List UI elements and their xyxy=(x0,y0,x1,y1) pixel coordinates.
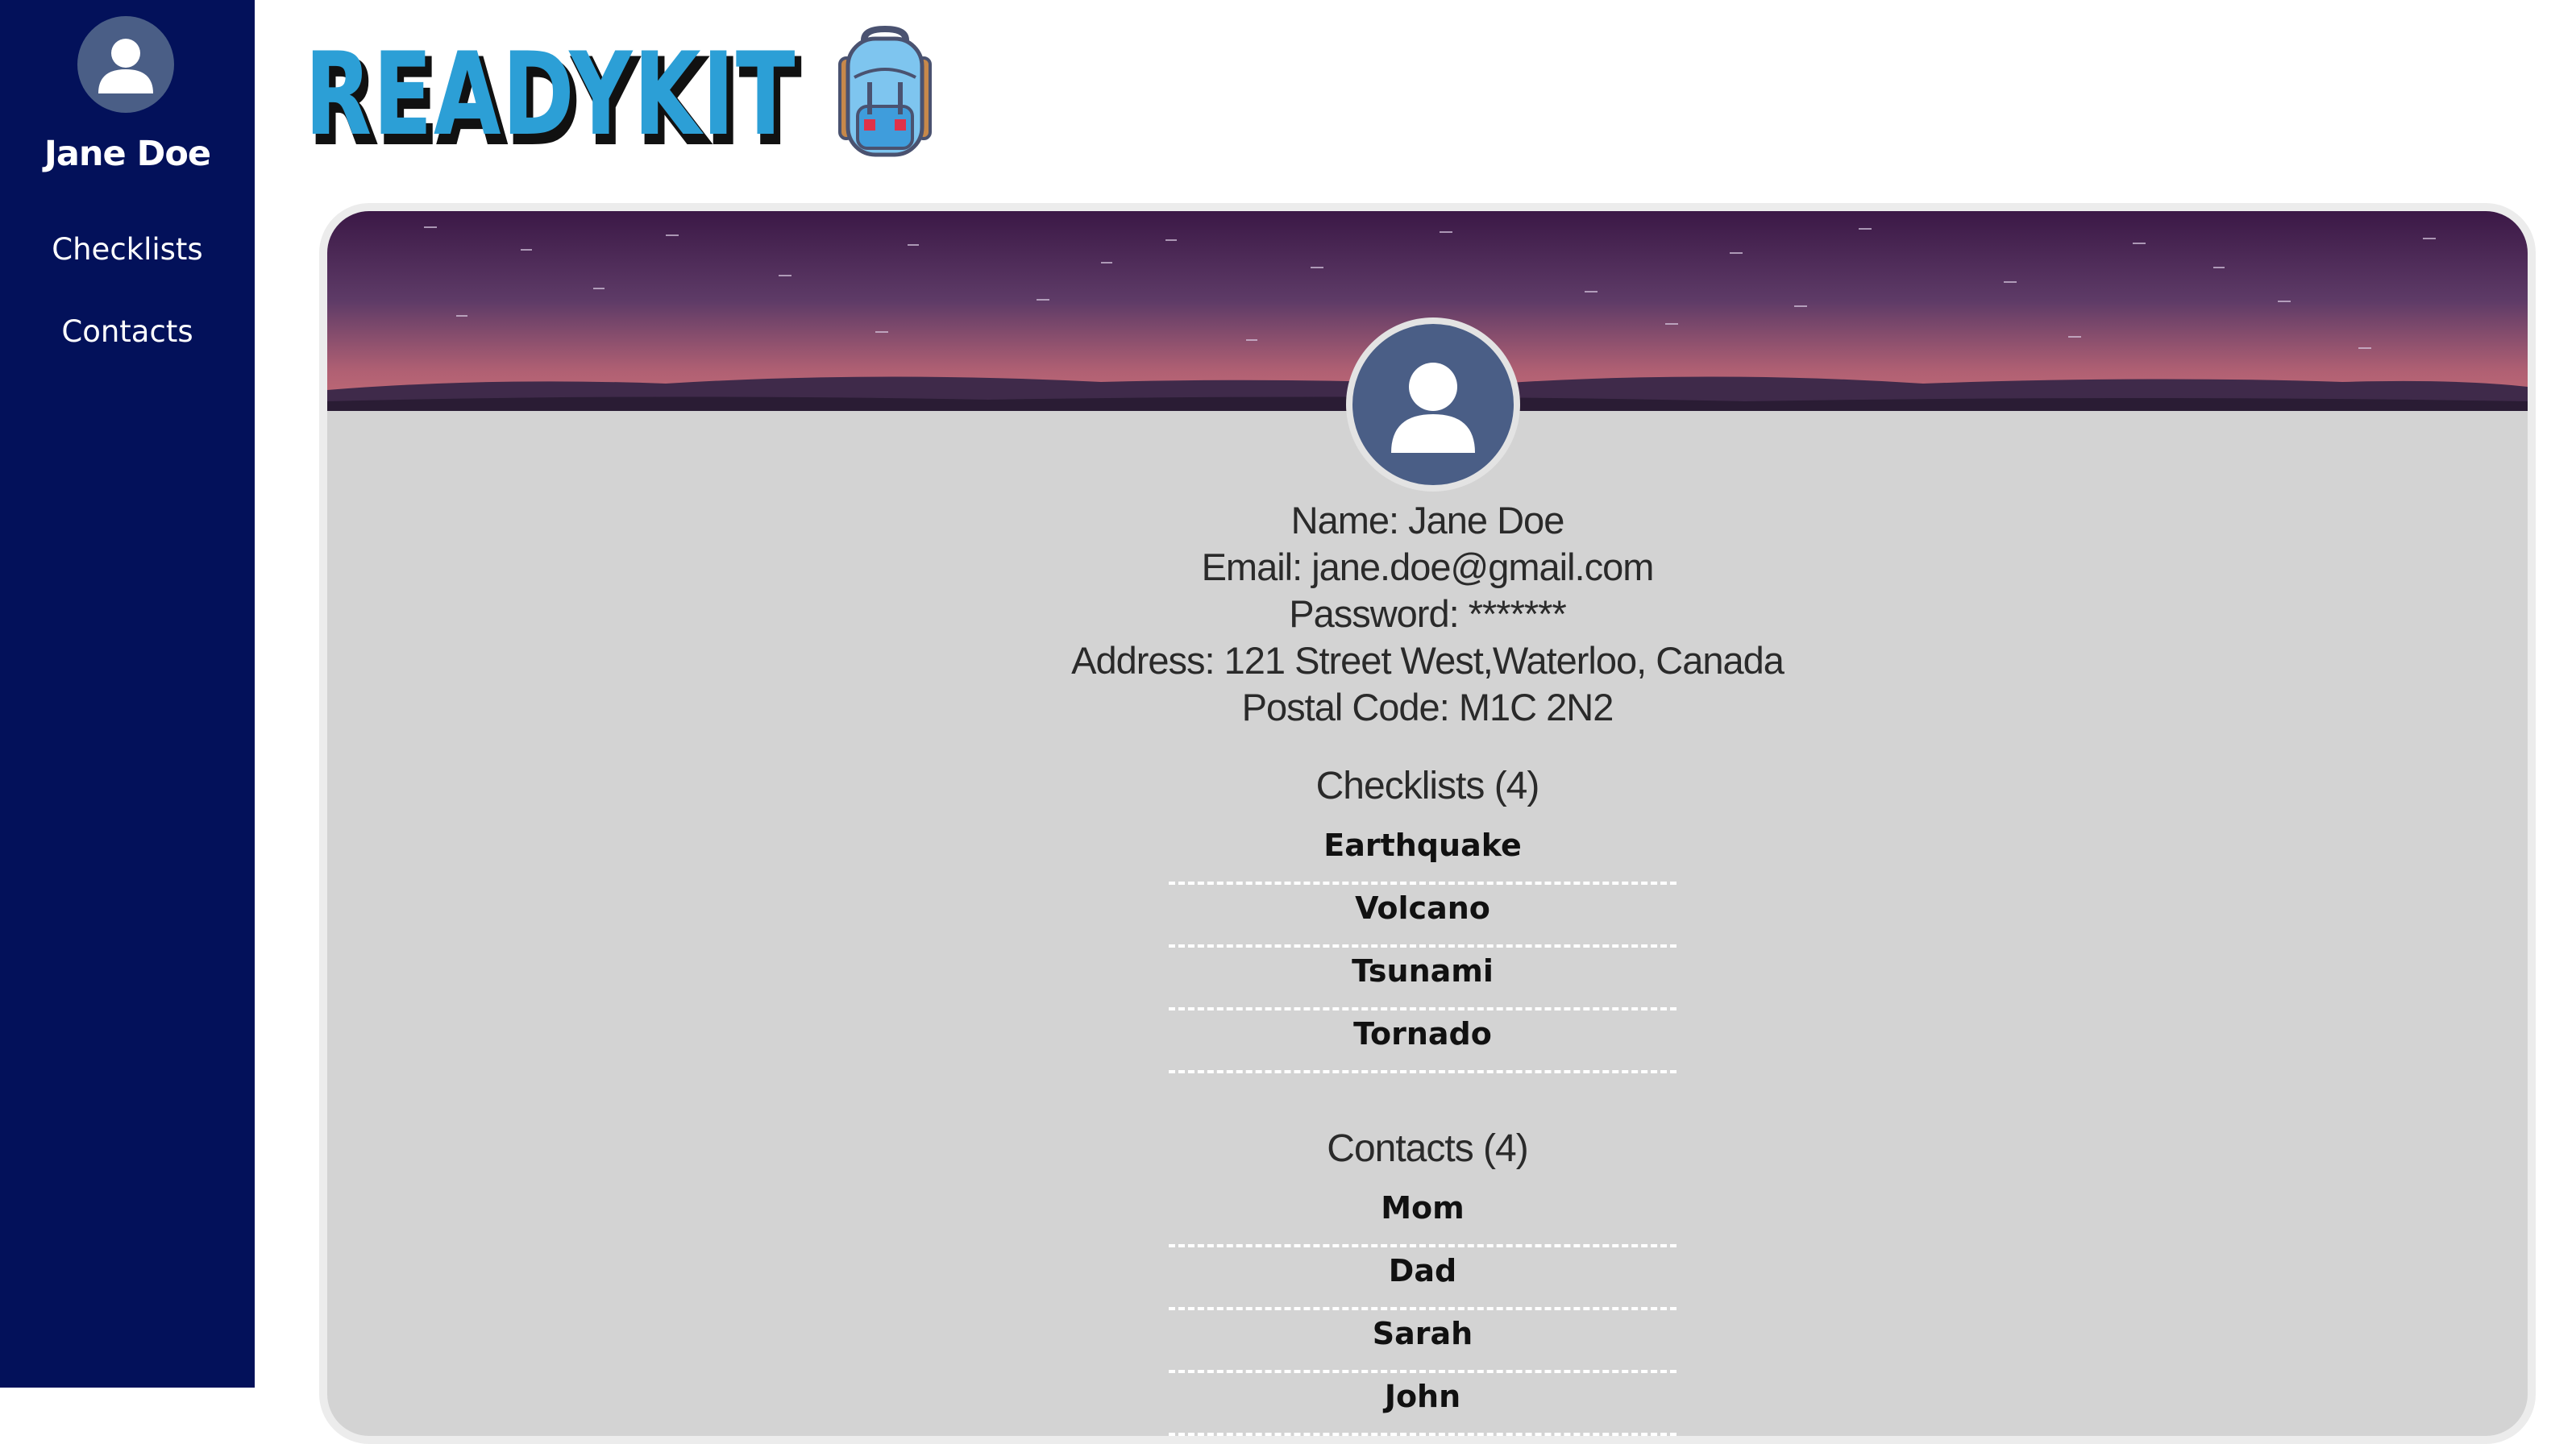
logo-wordmark-fill: READYKIT xyxy=(305,28,796,161)
profile-avatar-icon[interactable] xyxy=(1346,317,1520,492)
contacts-title: Contacts (4) xyxy=(1327,1127,1528,1170)
profile-password: Password: ******* xyxy=(1289,592,1567,635)
checklist-item[interactable]: Earthquake xyxy=(1169,822,1676,885)
checklist-item[interactable]: Tsunami xyxy=(1169,948,1676,1010)
contact-item[interactable]: Mom xyxy=(1169,1185,1676,1247)
sidebar-item-checklists[interactable]: Checklists xyxy=(0,232,255,267)
profile-address: Address: 121 Street West,Waterloo, Canad… xyxy=(1071,639,1785,682)
contact-item[interactable]: Dad xyxy=(1169,1247,1676,1310)
profile-name: Name: Jane Doe xyxy=(1290,499,1565,542)
contact-item[interactable]: John xyxy=(1169,1373,1676,1436)
profile-email: Email: jane.doe@gmail.com xyxy=(1201,546,1655,588)
profile-postal-code: Postal Code: M1C 2N2 xyxy=(1241,686,1614,728)
sidebar: Jane Doe Checklists Contacts xyxy=(0,0,255,1388)
sidebar-item-contacts[interactable]: Contacts xyxy=(0,314,255,349)
profile-card: Name: Jane Doe Email: jane.doe@gmail.com… xyxy=(319,203,2536,1444)
contact-item[interactable]: Sarah xyxy=(1169,1310,1676,1373)
checklist-item[interactable]: Tornado xyxy=(1169,1010,1676,1073)
checklist-item[interactable]: Volcano xyxy=(1169,885,1676,948)
checklists-title: Checklists (4) xyxy=(1315,765,1540,807)
backpack-icon xyxy=(838,25,932,157)
user-avatar-icon[interactable] xyxy=(77,16,174,113)
readykit-logo[interactable]: READYKIT READYKIT xyxy=(305,24,949,172)
sidebar-user-name: Jane Doe xyxy=(44,134,211,174)
